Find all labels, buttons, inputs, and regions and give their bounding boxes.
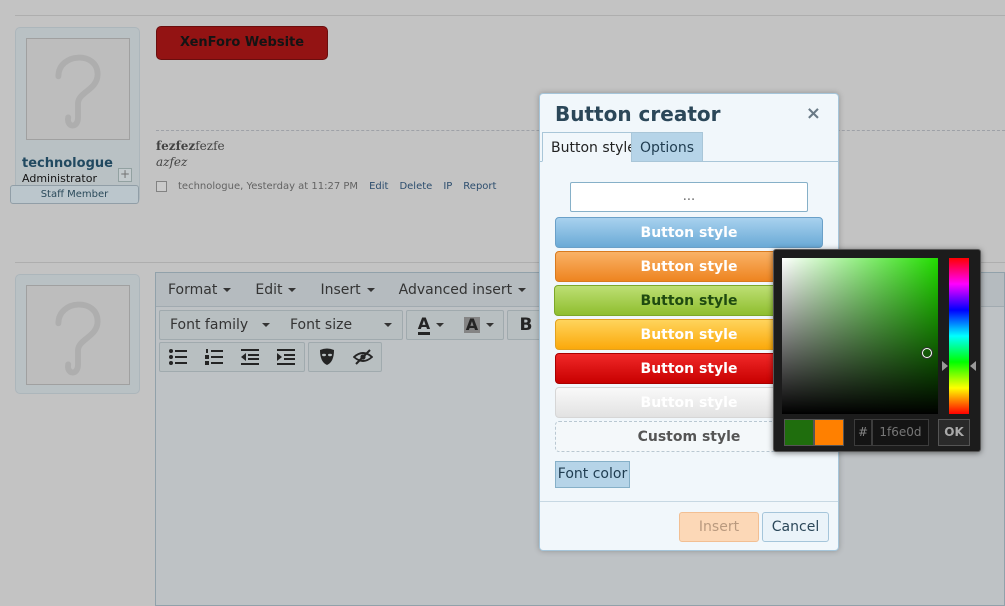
hex-input[interactable]: 1f6e0d [872, 419, 929, 446]
color-picker: # 1f6e0d OK [773, 249, 981, 452]
cancel-button[interactable]: Cancel [762, 512, 829, 542]
dialog-footer-divider [540, 501, 838, 502]
saturation-value-area[interactable] [782, 258, 938, 414]
current-color-swatch[interactable] [814, 419, 844, 446]
dialog-tabs: Button style Options [540, 132, 838, 162]
ok-button[interactable]: OK [938, 419, 970, 446]
tab-button-style[interactable]: Button style [542, 132, 645, 162]
close-icon[interactable]: × [806, 103, 821, 124]
new-color-swatch [784, 419, 814, 446]
font-color-button[interactable]: Font color [555, 461, 630, 488]
style-blue-button[interactable]: Button style [555, 217, 823, 248]
color-cursor[interactable] [922, 348, 932, 358]
insert-button[interactable]: Insert [679, 512, 759, 542]
hue-slider-handle-left[interactable] [942, 361, 948, 371]
hex-hash-label: # [854, 419, 872, 446]
hue-slider-handle-right[interactable] [970, 361, 976, 371]
tab-options[interactable]: Options [631, 132, 704, 162]
dialog-title: Button creator [555, 102, 721, 126]
hue-slider[interactable] [949, 258, 969, 414]
button-text-input[interactable]: ... [570, 182, 808, 212]
